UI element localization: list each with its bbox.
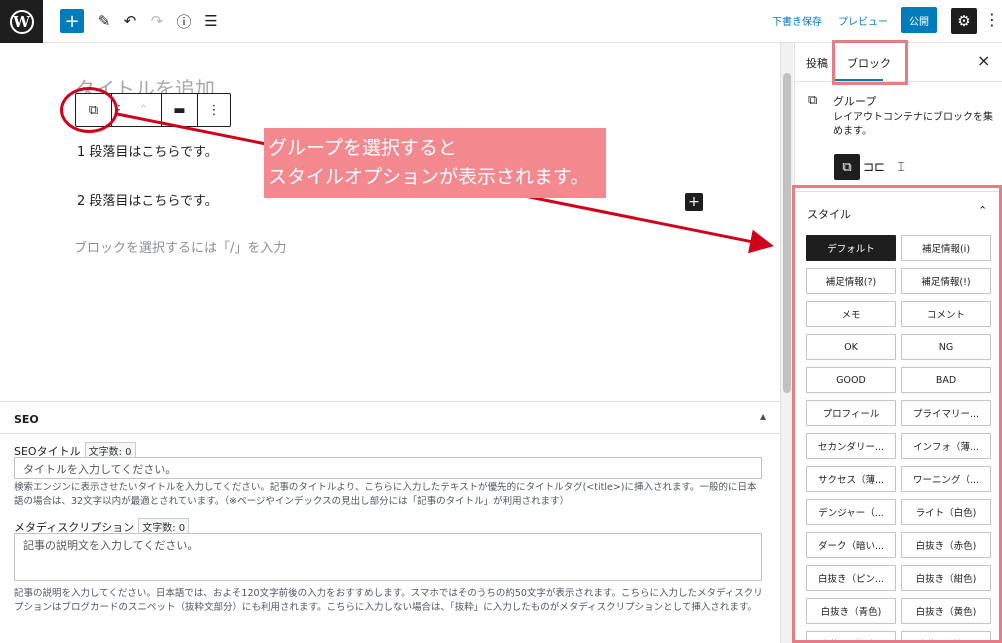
variation-row-button[interactable]: ⊐⊏ (861, 154, 887, 180)
paragraph-block[interactable]: 1 段落目はこちらです。 (77, 141, 218, 160)
preview-button[interactable]: プレビュー (838, 13, 888, 28)
scrollbar-thumb[interactable] (783, 73, 791, 393)
align-icon: ▬ (173, 102, 186, 118)
list-view-icon: ☰ (204, 12, 218, 30)
plus-icon: + (688, 194, 700, 210)
gear-icon: ⚙ (957, 12, 971, 30)
paragraph-block[interactable]: 2 段落目はこちらです。 (77, 190, 218, 209)
highlight-box-block-tab (832, 40, 908, 85)
details-button[interactable]: ⓘ (172, 9, 196, 33)
highlight-box-styles (792, 185, 1002, 643)
redo-button[interactable]: ↷ (145, 9, 169, 33)
publish-button[interactable]: 公開 (901, 7, 937, 33)
options-button[interactable]: ⋮ (984, 10, 1000, 29)
close-sidebar-button[interactable]: × (977, 51, 990, 70)
undo-icon: ↶ (123, 12, 137, 30)
seo-panel: SEO ▲ SEOタイトル 文字数: 0 タイトルを入力してください。 検索エンジ… (0, 401, 780, 643)
callout-line: スタイルオプションが表示されます。 (268, 166, 590, 188)
close-icon: × (977, 51, 991, 70)
variation-stack-button[interactable]: ⌶ (888, 154, 914, 180)
meta-description-help: 記事の説明を入力してください。日本語では、およそ120文字前後の入力をおすすめし… (14, 588, 763, 613)
redo-icon: ↷ (150, 12, 164, 30)
block-card-description: レイアウトコンテナにブロックを集めます。 (833, 112, 993, 137)
collapse-caret-icon[interactable]: ▲ (760, 412, 766, 421)
editor-canvas: タイトルを追加 ⧉ ⋮ ⌃ ▬ ⋮ 1 段落目はこちらです。 2 段落目はこちら… (0, 43, 780, 400)
chevron-up-icon: ⌃ (138, 102, 149, 118)
seo-heading: SEO (14, 413, 39, 426)
kebab-icon: ⋮ (207, 102, 221, 118)
stack-icon: ⌶ (897, 159, 905, 175)
row-icon: ⊐⊏ (863, 159, 885, 175)
block-appender[interactable]: ブロックを選択するには「/」を入力 (74, 237, 286, 256)
pen-icon: ✎ (97, 12, 111, 30)
move-button[interactable]: ⌃ (126, 94, 162, 126)
seo-title-help: 検索エンジンに表示させたいタイトルを入力してください。記事のタイトルより、こちら… (14, 482, 757, 507)
wordpress-logo-icon: W (9, 9, 34, 34)
group-icon: ⧉ (842, 159, 852, 175)
kebab-icon: ⋮ (984, 10, 1000, 29)
save-draft-button[interactable]: 下書き保存 (772, 13, 822, 28)
add-block-button[interactable]: + (60, 9, 84, 33)
settings-button[interactable]: ⚙ (951, 8, 977, 34)
annotation-callout: グループを選択すると スタイルオプションが表示されます。 (264, 128, 606, 198)
tab-post[interactable]: 投稿 (806, 55, 828, 71)
variation-group-button[interactable]: ⧉ (834, 154, 860, 180)
editor-top-toolbar: W + ✎ ↶ ↷ ⓘ ☰ 下書き保存 プレビュー 公開 ⚙ ⋮ (0, 0, 1002, 43)
tools-button[interactable]: ✎ (92, 9, 116, 33)
align-button[interactable]: ▬ (162, 94, 198, 126)
callout-line: グループを選択すると (268, 137, 457, 159)
block-card-title: グループ (833, 95, 877, 108)
wordpress-logo-button[interactable]: W (0, 0, 43, 43)
inline-add-block-button[interactable]: + (685, 193, 703, 211)
block-options-button[interactable]: ⋮ (198, 94, 230, 126)
meta-description-textarea[interactable]: 記事の説明文を入力してください。 (14, 533, 762, 581)
divider (0, 433, 780, 434)
group-icon: ⧉ (808, 93, 818, 108)
seo-title-input[interactable]: タイトルを入力してください。 (14, 457, 762, 479)
plus-icon: + (64, 10, 80, 32)
list-view-button[interactable]: ☰ (199, 9, 223, 33)
highlight-circle-block-icon (60, 87, 118, 133)
info-icon: ⓘ (176, 12, 192, 31)
undo-button[interactable]: ↶ (118, 9, 142, 33)
